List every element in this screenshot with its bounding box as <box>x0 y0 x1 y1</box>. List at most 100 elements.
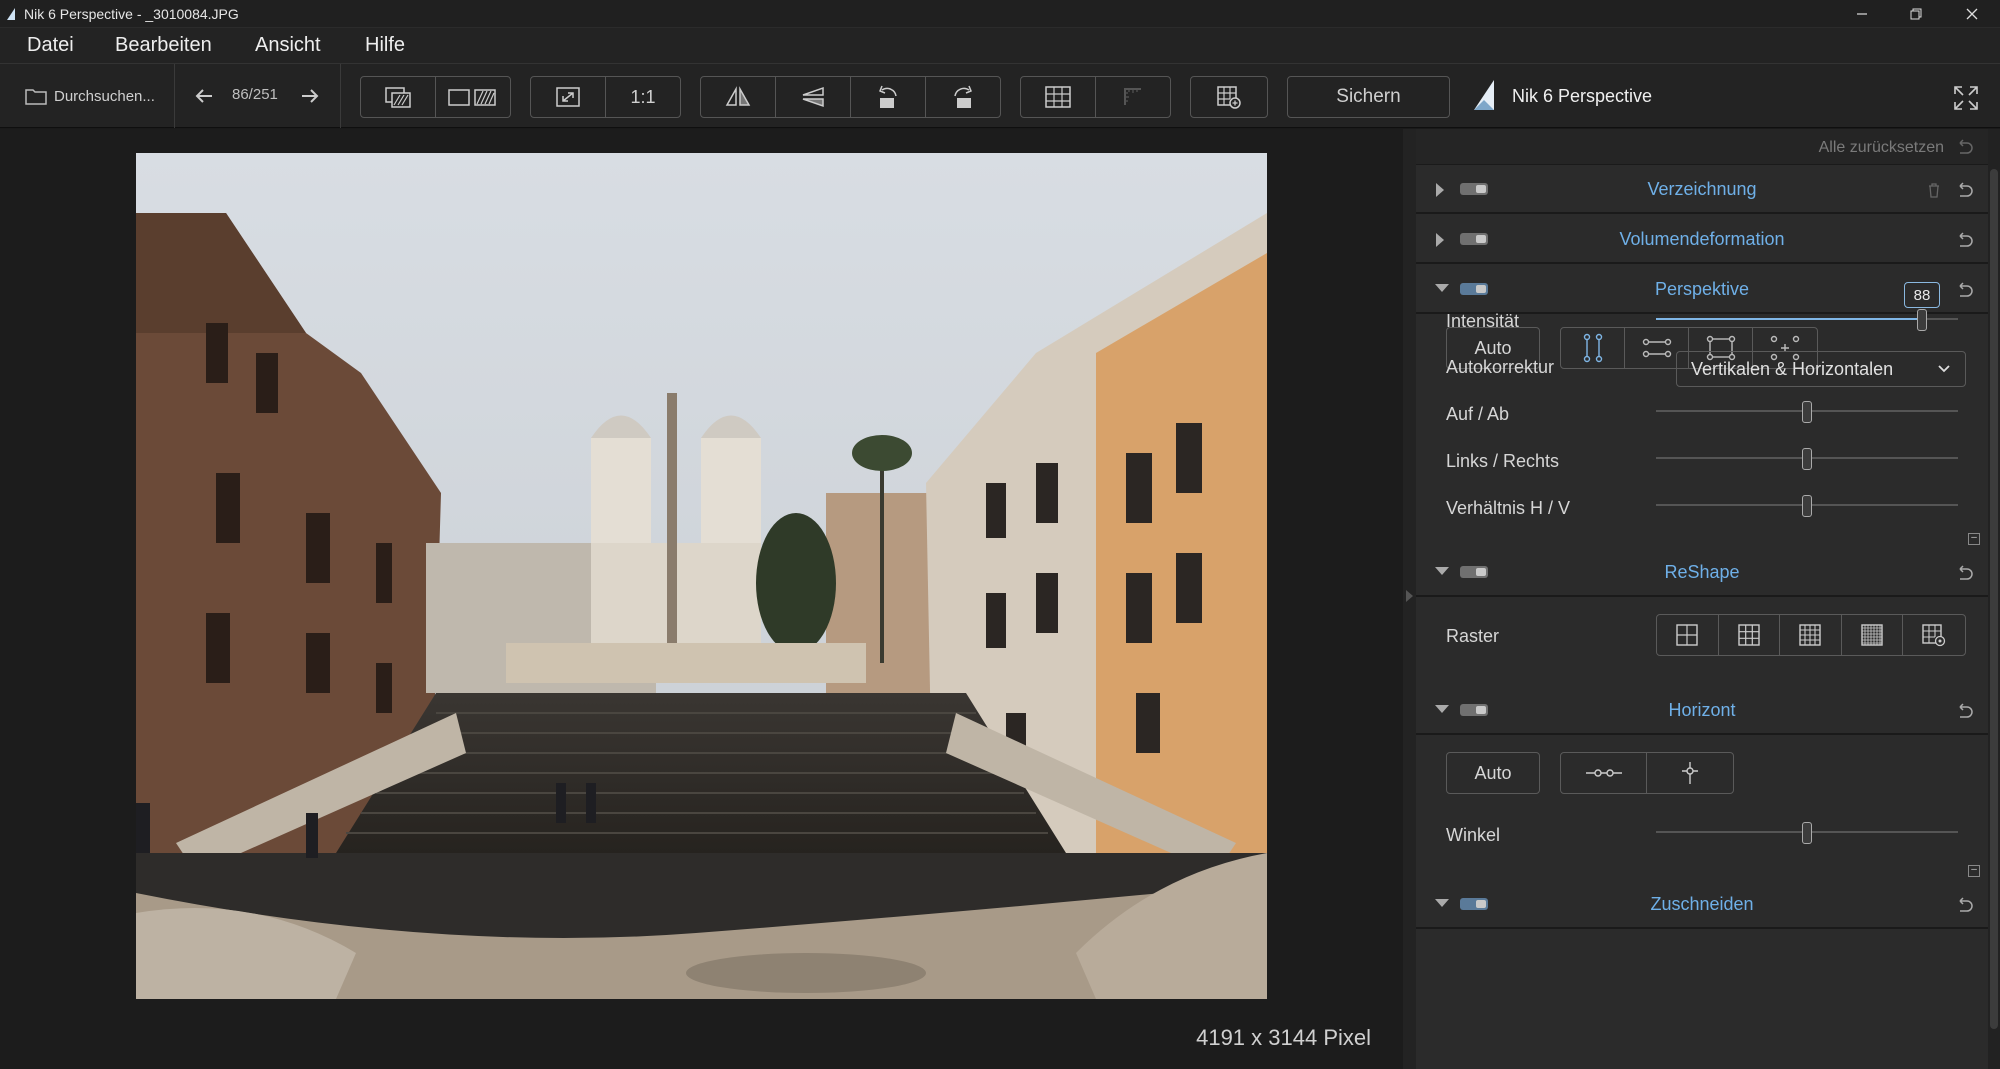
scrollbar-thumb[interactable] <box>1990 169 1998 1029</box>
vertical-lines-icon <box>1583 333 1602 363</box>
section-verzeichnung[interactable]: Verzeichnung <box>1416 166 1988 214</box>
menu-ansicht[interactable]: Ansicht <box>249 34 327 57</box>
reset-all-button[interactable]: Alle zurücksetzen <box>1819 139 1944 157</box>
vertical-line-icon <box>1682 762 1698 784</box>
zoom-group: 1:1 <box>530 76 681 118</box>
raster-4x4-button[interactable] <box>1780 615 1842 655</box>
raster-group <box>1656 614 1966 656</box>
chevron-down-icon <box>1938 365 1950 373</box>
split-view-button[interactable] <box>436 77 510 117</box>
image-dimensions: 4191 x 3144 Pixel <box>1196 1025 1371 1050</box>
flip-vertical-button[interactable] <box>776 77 851 117</box>
image-canvas[interactable]: 4191 x 3144 Pixel <box>0 129 1403 1069</box>
undo-icon[interactable] <box>1954 180 1974 200</box>
flip-horizontal-button[interactable] <box>701 77 776 117</box>
section-title: ReShape <box>1664 562 1740 582</box>
app-icon <box>7 8 15 20</box>
minimize-button[interactable] <box>1834 0 1890 28</box>
previous-image-icon[interactable] <box>192 84 216 108</box>
close-button[interactable] <box>1944 0 2000 28</box>
links-rechts-label: Links / Rechts <box>1446 451 1560 471</box>
section-collapse-button[interactable]: – <box>1968 533 1980 545</box>
undo-icon[interactable] <box>1954 895 1974 915</box>
section-reshape[interactable]: ReShape <box>1416 549 1988 597</box>
slider-thumb[interactable] <box>1917 309 1927 331</box>
undo-icon[interactable] <box>1954 137 1974 157</box>
section-perspektive[interactable]: Perspektive <box>1416 266 1988 314</box>
section-title: Volumendeformation <box>1619 229 1785 249</box>
zoom-1-1-button[interactable]: 1:1 <box>606 77 680 117</box>
vertical-line-button[interactable] <box>1647 753 1733 793</box>
undo-icon[interactable] <box>1954 563 1974 583</box>
grid-button[interactable] <box>1021 77 1096 117</box>
image-counter: 86/251 <box>232 86 278 103</box>
menu-datei[interactable]: Datei <box>21 34 80 57</box>
restore-button[interactable] <box>1888 0 1944 28</box>
mask-group <box>1190 76 1268 118</box>
panel-scrollbar[interactable] <box>1988 129 2000 1069</box>
close-icon <box>1966 8 1978 20</box>
title-bar: Nik 6 Perspective - _3010084.JPG <box>0 0 2000 28</box>
grid-3x3-icon <box>1738 624 1760 646</box>
auf-ab-label: Auf / Ab <box>1446 404 1510 424</box>
fullscreen-icon[interactable] <box>1952 84 1980 112</box>
verhaeltnis-slider[interactable] <box>1656 495 1958 517</box>
section-title: Perspektive <box>1654 279 1750 299</box>
winkel-slider[interactable] <box>1656 822 1958 844</box>
raster-settings-button[interactable] <box>1903 615 1965 655</box>
menu-bearbeiten[interactable]: Bearbeiten <box>109 34 218 57</box>
slider-thumb[interactable] <box>1802 401 1812 423</box>
verhaeltnis-label: Verhältnis H / V <box>1446 498 1571 518</box>
section-collapse-button[interactable]: – <box>1968 865 1980 877</box>
menu-hilfe[interactable]: Hilfe <box>359 34 411 57</box>
undo-icon[interactable] <box>1954 701 1974 721</box>
section-volumendeformation[interactable]: Volumendeformation <box>1416 216 1988 264</box>
slider-thumb[interactable] <box>1802 448 1812 470</box>
raster-fine-button[interactable] <box>1842 615 1904 655</box>
grid-settings-icon <box>1217 86 1241 109</box>
transform-group <box>700 76 1001 118</box>
rotate-left-icon <box>879 85 897 108</box>
auf-ab-slider[interactable] <box>1656 401 1958 423</box>
panel-collapse-handle[interactable] <box>1403 129 1416 1069</box>
undo-icon[interactable] <box>1954 230 1974 250</box>
section-title: Horizont <box>1668 700 1736 720</box>
ruler-button[interactable] <box>1096 77 1170 117</box>
minimize-icon <box>1857 13 1867 15</box>
horizont-auto-button[interactable]: Auto <box>1446 752 1540 794</box>
fit-to-screen-button[interactable] <box>531 77 606 117</box>
horizontal-lines-icon <box>1642 338 1671 358</box>
section-horizont[interactable]: Horizont <box>1416 687 1988 735</box>
before-after-overlay-button[interactable] <box>361 77 436 117</box>
browse-button[interactable]: Durchsuchen... <box>24 84 155 108</box>
trash-icon[interactable] <box>1926 182 1942 198</box>
grid-fine-icon <box>1861 624 1883 646</box>
grid-settings-button[interactable] <box>1191 77 1267 117</box>
rotate-right-button[interactable] <box>926 77 1000 117</box>
rotate-left-button[interactable] <box>851 77 926 117</box>
undo-icon[interactable] <box>1954 280 1974 300</box>
grid-2x2-icon <box>1676 624 1698 646</box>
vertical-lines-button[interactable] <box>1561 328 1625 368</box>
grid-4x4-icon <box>1799 624 1822 646</box>
winkel-label: Winkel <box>1446 825 1501 845</box>
next-image-icon[interactable] <box>298 84 322 108</box>
window-title: Nik 6 Perspective - _3010084.JPG <box>24 6 239 22</box>
fit-screen-icon <box>556 87 580 107</box>
save-button[interactable]: Sichern <box>1287 76 1450 118</box>
nik-logo-icon <box>1474 80 1494 110</box>
intensity-slider[interactable] <box>1656 309 1958 331</box>
adjustments-panel: Alle zurücksetzen Verzeichnung Volumende… <box>1416 129 1988 1069</box>
raster-3x3-button[interactable] <box>1719 615 1781 655</box>
chevron-right-icon <box>1406 590 1413 602</box>
slider-thumb[interactable] <box>1802 822 1812 844</box>
folder-icon <box>25 89 47 105</box>
photo-preview[interactable] <box>136 153 1267 999</box>
section-zuschneiden[interactable]: Zuschneiden <box>1416 881 1988 929</box>
raster-2x2-button[interactable] <box>1657 615 1719 655</box>
horizon-line-button[interactable] <box>1561 753 1647 793</box>
links-rechts-slider[interactable] <box>1656 448 1958 470</box>
slider-thumb[interactable] <box>1802 495 1812 517</box>
menu-bar: Datei Bearbeiten Ansicht Hilfe <box>0 28 2000 64</box>
autokorrektur-dropdown[interactable]: Vertikalen & Horizontalen <box>1676 351 1966 387</box>
